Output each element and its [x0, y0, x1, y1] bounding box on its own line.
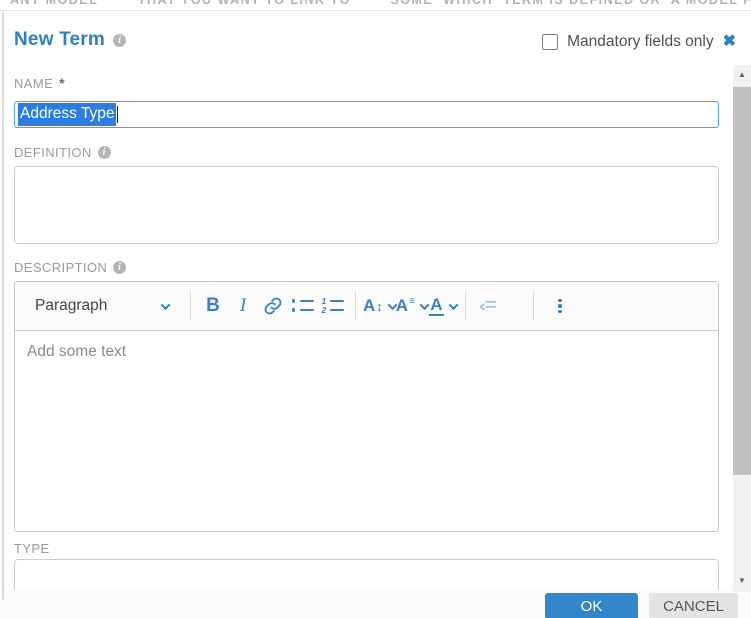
- more-options-icon: [558, 299, 561, 314]
- toolbar-divider: [465, 291, 466, 321]
- chevron-down-icon: [161, 300, 171, 310]
- bold-button[interactable]: B: [198, 289, 228, 323]
- description-editor-content[interactable]: Add some text: [15, 331, 718, 532]
- close-icon[interactable]: ✖: [723, 34, 736, 50]
- new-term-dialog: New Term i Mandatory fields only ✖ NAME …: [0, 12, 751, 618]
- description-rich-text-editor: Paragraph B I 1: [14, 281, 719, 532]
- link-button[interactable]: [258, 289, 288, 323]
- scroll-down-icon[interactable]: ▼: [733, 576, 751, 585]
- numbered-list-icon: 1 2: [322, 297, 345, 315]
- background-page-clipped-text: ANY MODEL THAT YOU WANT TO LINK TO SOME …: [0, 0, 751, 11]
- description-label: DESCRIPTION i: [14, 260, 126, 275]
- italic-button[interactable]: I: [228, 289, 258, 323]
- mandatory-fields-label: Mandatory fields only: [567, 33, 713, 51]
- type-label-text: TYPE: [14, 541, 50, 556]
- bulleted-list-button[interactable]: [288, 289, 318, 323]
- link-icon: [263, 296, 283, 316]
- type-label: TYPE: [14, 541, 50, 556]
- definition-label-text: DEFINITION: [14, 145, 92, 160]
- cancel-button[interactable]: CANCEL: [649, 593, 738, 618]
- toolbar-divider: [190, 291, 191, 321]
- paragraph-dropdown-label: Paragraph: [35, 297, 107, 315]
- page-title: New Term: [14, 29, 105, 51]
- background-text: ANY MODEL THAT YOU WANT TO LINK TO SOME …: [10, 0, 751, 7]
- ok-button[interactable]: OK: [545, 593, 638, 618]
- scrollbar[interactable]: ▲ ▼: [733, 65, 751, 592]
- scroll-up-icon[interactable]: ▲: [733, 70, 751, 79]
- numbered-list-two: 2: [322, 306, 327, 314]
- font-color-dropdown[interactable]: A: [428, 289, 458, 323]
- outdent-icon: [477, 296, 499, 316]
- definition-label: DEFINITION i: [14, 145, 111, 160]
- header-controls: Mandatory fields only ✖: [542, 33, 736, 51]
- editor-toolbar: Paragraph B I 1: [15, 282, 718, 331]
- font-family-lines: ≡: [409, 296, 415, 307]
- required-asterisk: *: [59, 75, 65, 91]
- name-input[interactable]: Address Type: [14, 101, 719, 128]
- numbered-list-one: 1: [322, 297, 327, 305]
- font-size-arrows: ↕: [376, 299, 383, 314]
- toolbar-divider: [355, 291, 356, 321]
- paragraph-style-dropdown[interactable]: Paragraph: [15, 289, 183, 323]
- font-color-icon: A: [429, 297, 443, 316]
- bold-icon: B: [206, 295, 220, 317]
- toolbar-divider: [533, 291, 534, 321]
- chevron-down-icon: [448, 300, 458, 310]
- description-label-text: DESCRIPTION: [14, 260, 107, 275]
- info-icon[interactable]: i: [113, 261, 126, 274]
- font-size-dropdown[interactable]: A ↕: [363, 289, 396, 323]
- numbered-list-button[interactable]: 1 2: [318, 289, 348, 323]
- outdent-button[interactable]: [473, 289, 503, 323]
- font-family-icon: A: [396, 296, 408, 316]
- definition-textarea[interactable]: [14, 166, 719, 244]
- text-caret: [117, 106, 118, 123]
- font-size-icon: A: [363, 296, 375, 316]
- editor-placeholder: Add some text: [27, 343, 126, 360]
- name-label-text: NAME: [14, 76, 53, 91]
- new-term-dialog-page: ANY MODEL THAT YOU WANT TO LINK TO SOME …: [0, 0, 751, 618]
- info-icon[interactable]: i: [113, 34, 126, 47]
- mandatory-fields-checkbox[interactable]: [542, 34, 558, 50]
- dialog-header: New Term i: [14, 29, 126, 51]
- bulleted-list-icon: [292, 297, 315, 315]
- font-family-dropdown[interactable]: A ≡: [396, 289, 428, 323]
- name-input-selected-text: Address Type: [18, 103, 116, 126]
- info-icon[interactable]: i: [98, 146, 111, 159]
- more-options-button[interactable]: [545, 289, 575, 323]
- name-label: NAME *: [14, 75, 65, 91]
- scrollbar-thumb[interactable]: [733, 87, 751, 475]
- dialog-left-edge: [2, 12, 4, 600]
- italic-icon: I: [240, 295, 246, 317]
- dialog-footer: OK CANCEL: [0, 590, 751, 618]
